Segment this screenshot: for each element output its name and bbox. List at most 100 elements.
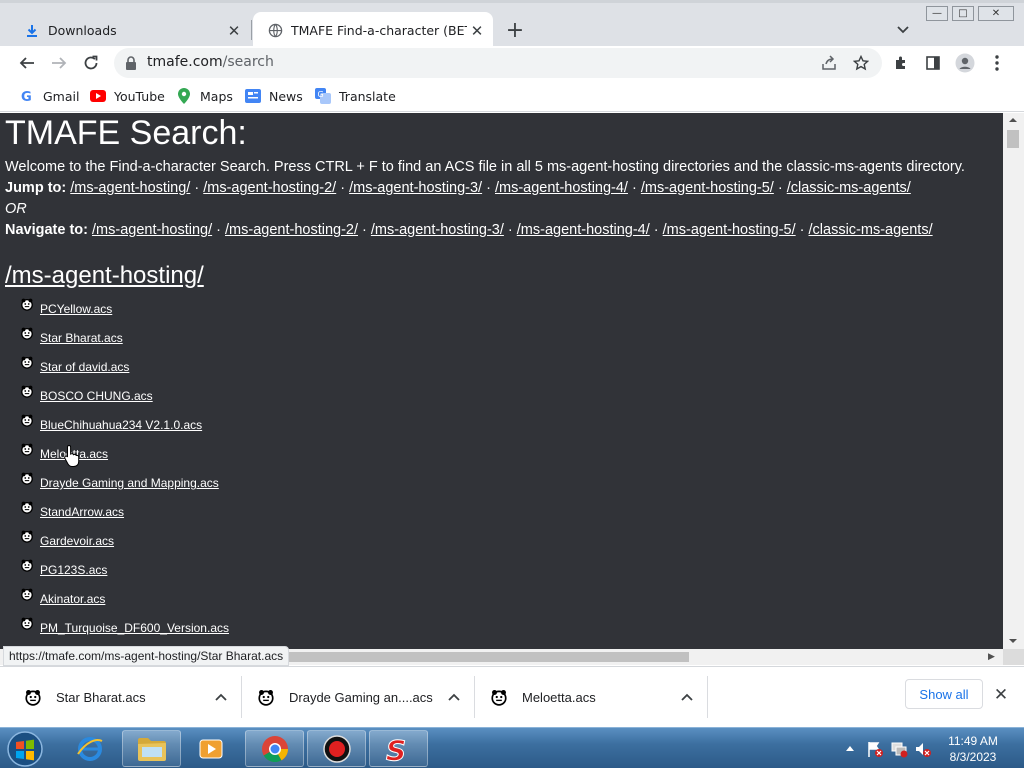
download-divider xyxy=(707,676,708,718)
file-link[interactable]: PG123S.acs xyxy=(40,563,107,577)
tab-label: Downloads xyxy=(48,23,117,38)
download-item-meloetta[interactable]: Meloetta.acs xyxy=(466,667,694,727)
url-text[interactable]: tmafe.com/search xyxy=(147,54,274,70)
back-arrow-icon[interactable] xyxy=(16,52,38,74)
file-link[interactable]: PCYellow.acs xyxy=(40,302,112,316)
action-center-flag-icon[interactable] xyxy=(866,740,884,758)
file-list-item: Drayde Gaming and Mapping.acs xyxy=(20,470,229,499)
file-link[interactable]: BlueChihuahua234 V2.1.0.acs xyxy=(40,418,202,432)
taskbar-media-player[interactable] xyxy=(181,730,240,767)
bookmark-translate[interactable]: G Translate xyxy=(315,86,396,106)
bookmark-maps[interactable]: Maps xyxy=(176,86,233,106)
taskbar-recorder[interactable] xyxy=(307,730,366,767)
chevron-up-icon[interactable] xyxy=(680,690,694,704)
taskbar-internet-explorer[interactable] xyxy=(60,730,119,767)
scroll-right-arrow-icon[interactable]: ▶ xyxy=(988,652,995,662)
agent-file-icon xyxy=(21,443,33,456)
navigate-to-row: Navigate to: /ms-agent-hosting/ · /ms-ag… xyxy=(5,220,933,240)
download-item-star-bharat[interactable]: Star Bharat.acs xyxy=(0,667,228,727)
clock-time: 11:49 AM xyxy=(948,734,998,748)
file-link[interactable]: Drayde Gaming and Mapping.acs xyxy=(40,476,219,490)
tab-tmafe[interactable]: TMAFE Find-a-character (BETA) ✕ xyxy=(253,12,493,49)
download-icon xyxy=(24,23,40,39)
close-downloads-bar-icon[interactable]: ✕ xyxy=(991,685,1011,705)
nav-link-ms-agent-hosting-4[interactable]: /ms-agent-hosting-4/ xyxy=(517,222,650,238)
forward-arrow-icon[interactable] xyxy=(48,52,70,74)
address-bar[interactable]: tmafe.com/search xyxy=(114,48,882,78)
scroll-up-arrow-icon[interactable] xyxy=(1008,117,1018,123)
maximize-button[interactable]: □ xyxy=(952,6,974,21)
close-tab-icon[interactable]: ✕ xyxy=(467,21,487,41)
agent-file-icon xyxy=(21,327,33,340)
show-all-button[interactable]: Show all xyxy=(905,679,983,709)
jump-link-ms-agent-hosting-5[interactable]: /ms-agent-hosting-5/ xyxy=(641,180,774,196)
or-label: OR xyxy=(5,201,27,217)
link-separator: · xyxy=(503,222,517,238)
bookmark-news[interactable]: News xyxy=(245,86,303,106)
file-link[interactable]: Star Bharat.acs xyxy=(40,331,123,345)
tab-downloads[interactable]: Downloads ✕ xyxy=(10,12,250,49)
side-panel-icon[interactable] xyxy=(922,52,944,74)
nav-link-ms-agent-hosting[interactable]: /ms-agent-hosting/ xyxy=(92,222,212,238)
status-bar-url: https://tmafe.com/ms-agent-hosting/Star … xyxy=(3,646,290,666)
horizontal-scroll-thumb[interactable] xyxy=(285,652,689,662)
jump-link-ms-agent-hosting-2[interactable]: /ms-agent-hosting-2/ xyxy=(203,180,336,196)
bookmark-label: Maps xyxy=(200,88,233,104)
jump-link-ms-agent-hosting-4[interactable]: /ms-agent-hosting-4/ xyxy=(495,180,628,196)
share-icon[interactable] xyxy=(818,52,840,74)
more-menu-icon[interactable] xyxy=(986,52,1008,74)
nav-link-ms-agent-hosting-2[interactable]: /ms-agent-hosting-2/ xyxy=(225,222,358,238)
tab-search-icon[interactable] xyxy=(893,20,913,40)
file-link[interactable]: Gardevoir.acs xyxy=(40,534,114,548)
agent-file-icon xyxy=(21,414,33,427)
jump-link-classic-ms-agents[interactable]: /classic-ms-agents/ xyxy=(787,180,911,196)
download-item-drayde[interactable]: Drayde Gaming an....acs xyxy=(233,667,461,727)
close-tab-icon[interactable]: ✕ xyxy=(224,21,244,41)
nav-link-ms-agent-hosting-5[interactable]: /ms-agent-hosting-5/ xyxy=(663,222,796,238)
jump-to-label: Jump to: xyxy=(5,180,67,196)
bookmark-star-icon[interactable] xyxy=(850,52,872,74)
start-button-icon[interactable] xyxy=(3,729,47,768)
taskbar-s-app[interactable]: S xyxy=(369,730,428,767)
bookmark-label: News xyxy=(269,88,303,104)
file-link[interactable]: PM_Turquoise_DF600_Version.acs xyxy=(40,621,229,635)
reload-icon[interactable] xyxy=(80,52,102,74)
news-icon xyxy=(245,88,261,104)
file-link[interactable]: Star of david.acs xyxy=(40,360,129,374)
clock[interactable]: 11:49 AM 8/3/2023 xyxy=(938,733,1008,765)
nav-link-ms-agent-hosting-3[interactable]: /ms-agent-hosting-3/ xyxy=(371,222,504,238)
taskbar-file-explorer[interactable] xyxy=(122,730,181,767)
bookmark-label: YouTube xyxy=(114,88,165,104)
section-title[interactable]: /ms-agent-hosting/ xyxy=(5,261,204,291)
bookmark-gmail[interactable]: G Gmail xyxy=(19,86,79,106)
taskbar-chrome[interactable] xyxy=(245,730,304,767)
page-content: TMAFE Search: Welcome to the Find-a-char… xyxy=(0,113,1003,649)
lock-icon[interactable] xyxy=(124,55,138,71)
volume-muted-icon[interactable] xyxy=(914,740,932,758)
nav-link-classic-ms-agents[interactable]: /classic-ms-agents/ xyxy=(809,222,933,238)
file-list-item: Akinator.acs xyxy=(20,586,229,615)
jump-link-ms-agent-hosting[interactable]: /ms-agent-hosting/ xyxy=(70,180,190,196)
scroll-down-arrow-icon[interactable] xyxy=(1008,638,1018,644)
profile-avatar-icon[interactable] xyxy=(954,52,976,74)
file-list-item: Meloetta.acs xyxy=(20,441,229,470)
file-link[interactable]: BOSCO CHUNG.acs xyxy=(40,389,153,403)
chevron-up-icon[interactable] xyxy=(214,690,228,704)
link-separator: · xyxy=(627,180,641,196)
file-link[interactable]: StandArrow.acs xyxy=(40,505,124,519)
section-title-link[interactable]: /ms-agent-hosting/ xyxy=(5,262,204,289)
minimize-button[interactable]: — xyxy=(926,6,948,21)
network-icon[interactable] xyxy=(890,740,908,758)
chevron-up-icon[interactable] xyxy=(447,690,461,704)
window-close-button[interactable]: ✕ xyxy=(978,6,1014,21)
show-hidden-icons-icon[interactable] xyxy=(846,745,854,751)
bookmark-youtube[interactable]: YouTube xyxy=(90,86,165,106)
vertical-scrollbar[interactable] xyxy=(1003,113,1024,649)
windows-taskbar: S 11:49 AM 8/3/2023 xyxy=(0,727,1024,768)
file-link[interactable]: Akinator.acs xyxy=(40,592,105,606)
jump-link-ms-agent-hosting-3[interactable]: /ms-agent-hosting-3/ xyxy=(349,180,482,196)
extensions-puzzle-icon[interactable] xyxy=(890,52,912,74)
vertical-scroll-thumb[interactable] xyxy=(1007,130,1019,148)
new-tab-button[interactable]: + xyxy=(503,18,527,43)
agent-file-icon xyxy=(25,690,41,706)
